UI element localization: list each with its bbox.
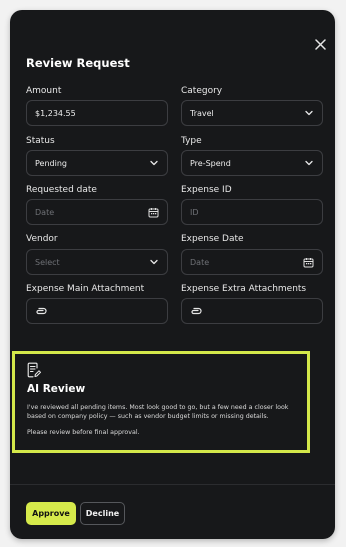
type-label: Type — [181, 136, 202, 146]
category-select[interactable]: Travel — [181, 100, 323, 126]
ai-review-panel: AI Review I've reviewed all pending item… — [12, 351, 310, 453]
expense-date-label: Expense Date — [181, 234, 244, 244]
ai-review-body: I've reviewed all pending items. Most lo… — [27, 404, 289, 421]
requested-date-placeholder: Date — [35, 207, 55, 217]
chevron-down-icon — [305, 110, 313, 116]
expense-date-placeholder: Date — [190, 257, 210, 267]
requested-date-label: Requested date — [26, 185, 97, 195]
calendar-icon — [148, 207, 159, 217]
ai-review-title: AI Review — [27, 383, 86, 395]
footer-divider — [10, 484, 335, 485]
vendor-select[interactable]: Select — [26, 249, 168, 275]
type-select[interactable]: Pre-Spend — [181, 150, 323, 176]
status-label: Status — [26, 136, 55, 146]
extra-attachments-label: Expense Extra Attachments — [181, 284, 307, 294]
chevron-down-icon — [150, 160, 158, 166]
requested-date-field[interactable]: Date — [26, 199, 168, 225]
paperclip-icon — [191, 307, 202, 315]
vendor-label: Vendor — [26, 234, 58, 244]
decline-button[interactable]: Decline — [80, 502, 125, 525]
approve-button[interactable]: Approve — [26, 502, 76, 525]
calendar-icon — [303, 257, 314, 267]
category-label: Category — [181, 86, 223, 96]
expense-date-field[interactable]: Date — [181, 249, 323, 275]
expense-id-field[interactable]: ID — [181, 199, 323, 225]
amount-field[interactable]: $1,234.55 — [26, 100, 168, 126]
status-select[interactable]: Pending — [26, 150, 168, 176]
paperclip-icon — [36, 307, 47, 315]
close-button[interactable] — [312, 36, 328, 52]
ai-review-note: Please review before final approval. — [27, 429, 140, 436]
category-value: Travel — [190, 108, 214, 118]
document-edit-icon — [27, 362, 41, 378]
amount-value: $1,234.55 — [35, 108, 76, 118]
amount-label: Amount — [26, 86, 62, 96]
status-value: Pending — [35, 158, 67, 168]
review-request-modal: Review Request Amount $1,234.55 Category… — [10, 10, 335, 539]
expense-id-placeholder: ID — [190, 207, 199, 217]
main-attachment-upload[interactable] — [26, 298, 168, 324]
type-value: Pre-Spend — [190, 158, 231, 168]
expense-id-label: Expense ID — [181, 185, 232, 195]
vendor-placeholder: Select — [35, 257, 60, 267]
close-icon — [314, 38, 326, 50]
main-attachment-label: Expense Main Attachment — [26, 284, 145, 294]
chevron-down-icon — [150, 259, 158, 265]
extra-attachments-upload[interactable] — [181, 298, 323, 324]
chevron-down-icon — [305, 160, 313, 166]
modal-title: Review Request — [26, 56, 130, 70]
